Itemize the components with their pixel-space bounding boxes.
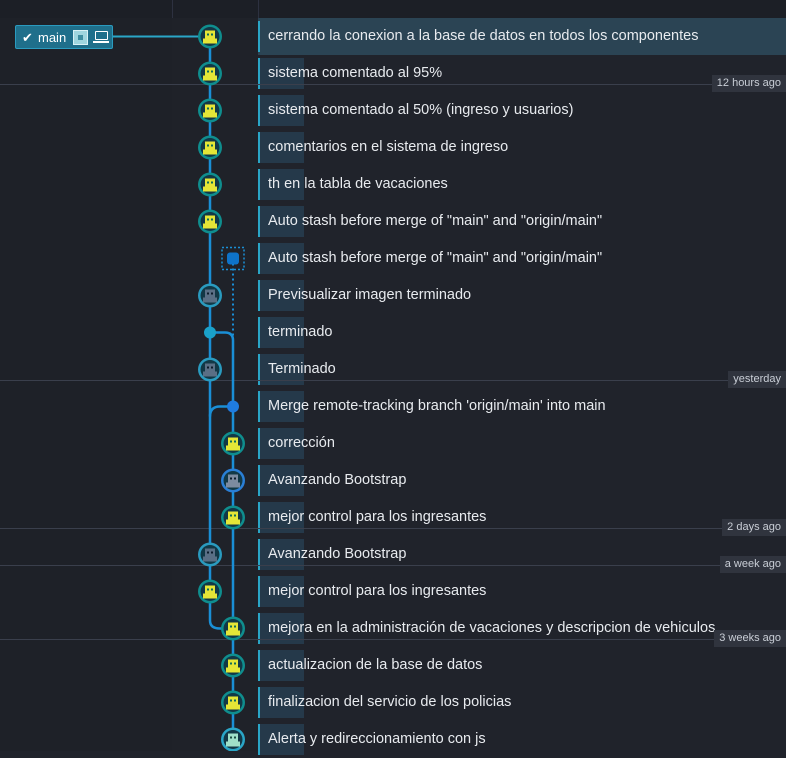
avatar-eye	[207, 588, 209, 591]
avatar-eye	[234, 736, 236, 739]
branch-label-main[interactable]: ✔ main	[15, 25, 113, 49]
graph-line-branch	[210, 331, 235, 751]
commit-node	[221, 505, 245, 530]
commit-node	[198, 24, 222, 49]
avatar-body	[226, 741, 240, 747]
commit-node	[198, 283, 222, 308]
commit-node	[221, 727, 245, 751]
commit-node	[227, 400, 239, 413]
avatar-body	[203, 112, 217, 118]
avatar-eye	[211, 181, 213, 184]
avatar-body	[203, 149, 217, 155]
avatar-body	[203, 371, 217, 377]
avatar-eye	[207, 551, 209, 554]
graph-lines	[113, 24, 245, 751]
commit-node	[221, 468, 245, 493]
branch-name: main	[38, 30, 67, 45]
commit-dot	[204, 326, 216, 339]
commit-node	[198, 135, 222, 160]
avatar-eye	[234, 699, 236, 702]
commit-dot	[227, 400, 239, 413]
commit-node	[221, 653, 245, 678]
avatar-body	[226, 482, 240, 488]
avatar-body	[203, 38, 217, 44]
commit-node	[198, 357, 222, 382]
avatar-body	[226, 630, 240, 636]
avatar-eye	[207, 107, 209, 110]
avatar-eye	[211, 292, 213, 295]
commit-graph: cerrando la conexion a la base de datos …	[0, 0, 786, 755]
commit-node	[198, 98, 222, 123]
avatar-body	[226, 445, 240, 451]
avatar-eye	[211, 33, 213, 36]
avatar-eye	[207, 144, 209, 147]
commit-node	[198, 172, 222, 197]
avatar-eye	[230, 440, 232, 443]
avatar-eye	[230, 477, 232, 480]
avatar-eye	[211, 144, 213, 147]
avatar-body	[203, 75, 217, 81]
commit-node	[198, 209, 222, 234]
laptop-icon	[93, 31, 109, 43]
avatar-body	[226, 704, 240, 710]
avatar-eye	[234, 514, 236, 517]
avatar-eye	[207, 366, 209, 369]
commit-node	[204, 326, 216, 339]
avatar-eye	[234, 625, 236, 628]
avatar-eye	[211, 70, 213, 73]
avatar-eye	[230, 514, 232, 517]
avatar-body	[203, 297, 217, 303]
commit-node	[221, 431, 245, 456]
avatar-body	[226, 667, 240, 673]
avatar-eye	[230, 699, 232, 702]
commit-node	[198, 61, 222, 86]
avatar-eye	[230, 736, 232, 739]
avatar-body	[226, 519, 240, 525]
avatar-eye	[207, 70, 209, 73]
avatar-eye	[234, 440, 236, 443]
avatar-icon	[73, 30, 88, 45]
check-icon: ✔	[22, 30, 33, 45]
commit-node	[198, 579, 222, 604]
avatar-eye	[207, 292, 209, 295]
avatar-eye	[230, 625, 232, 628]
avatar-body	[203, 186, 217, 192]
avatar-eye	[211, 551, 213, 554]
avatar-eye	[211, 366, 213, 369]
avatar-body	[203, 556, 217, 562]
avatar-eye	[207, 218, 209, 221]
avatar-body	[203, 593, 217, 599]
avatar-eye	[211, 588, 213, 591]
commit-node	[221, 616, 245, 641]
commit-node	[221, 690, 245, 715]
avatar-body	[203, 223, 217, 229]
avatar-eye	[234, 477, 236, 480]
commit-node	[221, 246, 245, 271]
avatar-eye	[207, 181, 209, 184]
avatar-eye	[211, 107, 213, 110]
avatar-eye	[207, 33, 209, 36]
stash-icon	[227, 252, 239, 265]
avatar-eye	[230, 662, 232, 665]
avatar-eye	[234, 662, 236, 665]
commit-node	[198, 542, 222, 567]
avatar-eye	[211, 218, 213, 221]
